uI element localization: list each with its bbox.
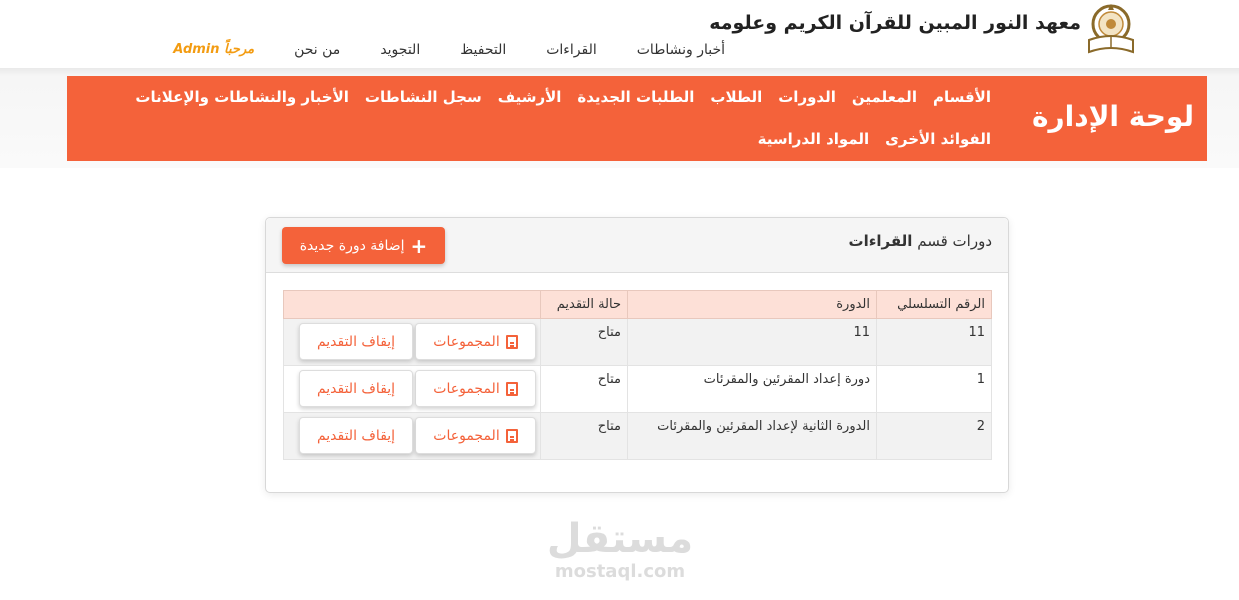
stop-applications-button[interactable]: إيقاف التقديم bbox=[299, 417, 413, 454]
cell-course: 11 bbox=[627, 318, 877, 366]
cell-serial: 1 bbox=[876, 365, 992, 413]
file-icon bbox=[505, 428, 518, 443]
admin-menu-other-benefits[interactable]: الفوائد الأخرى bbox=[885, 128, 991, 150]
watermark-latin: mostaql.com bbox=[554, 561, 686, 582]
courses-table: الرقم التسلسلي الدورة حالة التقديم 11 11… bbox=[283, 290, 992, 460]
site-header: معهد النور المبين للقرآن الكريم وعلومه أ… bbox=[0, 0, 1239, 68]
card-title-prefix: دورات قسم bbox=[917, 232, 992, 250]
admin-menu-students[interactable]: الطلاب bbox=[710, 86, 762, 108]
groups-label: المجموعات bbox=[433, 333, 500, 350]
cell-course: الدورة الثانية لإعداد المقرئين والمقرئات bbox=[627, 412, 877, 460]
groups-label: المجموعات bbox=[433, 427, 500, 444]
card-header: دورات قسم القراءات + إضافة دورة جديدة bbox=[266, 218, 1008, 273]
card-title-section: القراءات bbox=[848, 232, 913, 250]
cell-status: متاح bbox=[540, 365, 628, 413]
column-header-status: حالة التقديم bbox=[540, 290, 628, 319]
nav-about[interactable]: من نحن bbox=[294, 42, 340, 58]
institute-logo-icon[interactable] bbox=[1085, 2, 1137, 58]
groups-label: المجموعات bbox=[433, 380, 500, 397]
file-icon bbox=[505, 334, 518, 349]
card-title: دورات قسم القراءات bbox=[849, 232, 992, 250]
admin-menu: الأقسام المعلمين الدورات الطلاب الطلبات … bbox=[111, 86, 991, 150]
table-row: 11 11 متاح المجموعات إيقاف التقديم bbox=[283, 318, 992, 366]
admin-menu-archive[interactable]: الأرشيف bbox=[498, 86, 562, 108]
cell-actions: المجموعات إيقاف التقديم bbox=[283, 365, 541, 413]
cell-course: دورة إعداد المقرئين والمقرئات bbox=[627, 365, 877, 413]
admin-menu-departments[interactable]: الأقسام bbox=[933, 86, 991, 108]
admin-menu-new-requests[interactable]: الطلبات الجديدة bbox=[577, 86, 694, 108]
admin-title[interactable]: لوحة الإدارة bbox=[1032, 100, 1194, 133]
admin-bar: لوحة الإدارة الأقسام المعلمين الدورات ال… bbox=[67, 76, 1207, 161]
admin-menu-activity-log[interactable]: سجل النشاطات bbox=[365, 86, 482, 108]
add-course-label: إضافة دورة جديدة bbox=[299, 237, 405, 254]
plus-icon: + bbox=[410, 233, 428, 258]
cell-status: متاح bbox=[540, 412, 628, 460]
welcome-user-link[interactable]: مرحباً Admin bbox=[173, 42, 254, 58]
cell-serial: 11 bbox=[876, 318, 992, 366]
groups-button[interactable]: المجموعات bbox=[415, 323, 536, 360]
groups-button[interactable]: المجموعات bbox=[415, 370, 536, 407]
cell-serial: 2 bbox=[876, 412, 992, 460]
stop-applications-button[interactable]: إيقاف التقديم bbox=[299, 370, 413, 407]
cell-actions: المجموعات إيقاف التقديم bbox=[283, 412, 541, 460]
watermark-arabic: مستقل bbox=[546, 516, 694, 562]
courses-card: دورات قسم القراءات + إضافة دورة جديدة ال… bbox=[265, 217, 1009, 493]
table-row: 2 الدورة الثانية لإعداد المقرئين والمقرئ… bbox=[283, 412, 992, 460]
table-row: 1 دورة إعداد المقرئين والمقرئات متاح الم… bbox=[283, 365, 992, 413]
admin-menu-courses[interactable]: الدورات bbox=[778, 86, 836, 108]
cell-status: متاح bbox=[540, 318, 628, 366]
nav-news[interactable]: أخبار ونشاطات bbox=[637, 42, 725, 58]
column-header-course: الدورة bbox=[627, 290, 877, 319]
site-title[interactable]: معهد النور المبين للقرآن الكريم وعلومه bbox=[709, 12, 1081, 34]
watermark: مستقل mostaql.com bbox=[530, 517, 710, 583]
nav-tahfeez[interactable]: التحفيظ bbox=[460, 42, 506, 58]
stop-applications-button[interactable]: إيقاف التقديم bbox=[299, 323, 413, 360]
table-header-row: الرقم التسلسلي الدورة حالة التقديم bbox=[283, 290, 992, 319]
admin-menu-news[interactable]: الأخبار والنشاطات والإعلانات bbox=[135, 86, 349, 108]
admin-menu-teachers[interactable]: المعلمين bbox=[852, 86, 917, 108]
cell-actions: المجموعات إيقاف التقديم bbox=[283, 318, 541, 366]
nav-tajweed[interactable]: التجويد bbox=[380, 42, 420, 58]
column-header-serial: الرقم التسلسلي bbox=[876, 290, 992, 319]
top-nav: أخبار ونشاطات القراءات التحفيظ التجويد م… bbox=[173, 42, 725, 58]
add-course-button[interactable]: + إضافة دورة جديدة bbox=[282, 227, 445, 264]
column-header-actions bbox=[283, 290, 541, 319]
admin-menu-subjects[interactable]: المواد الدراسية bbox=[758, 128, 869, 150]
file-icon bbox=[505, 381, 518, 396]
nav-qiraat[interactable]: القراءات bbox=[546, 42, 597, 58]
groups-button[interactable]: المجموعات bbox=[415, 417, 536, 454]
